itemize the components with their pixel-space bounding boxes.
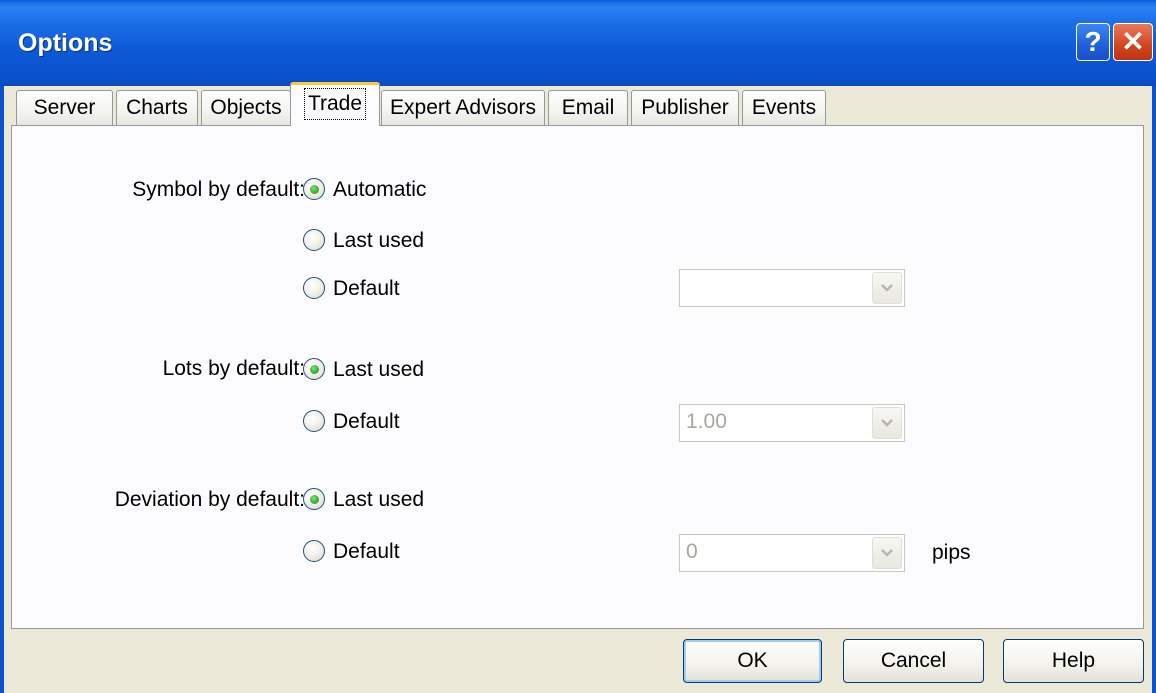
radio-circle — [303, 178, 325, 200]
tab-label: Trade — [303, 88, 367, 120]
combo-value: 0 — [686, 540, 698, 563]
ok-button[interactable]: OK — [683, 639, 822, 683]
tab-label: Objects — [210, 96, 282, 119]
radio-dot — [310, 495, 319, 504]
deviation-default-combo[interactable]: 0 — [679, 534, 905, 572]
radio-circle — [303, 410, 325, 432]
title-bar[interactable]: Options ? ✕ — [0, 0, 1156, 86]
tab-expert-advisors[interactable]: Expert Advisors — [381, 90, 545, 126]
tab-label: Server — [33, 96, 96, 119]
tab-email[interactable]: Email — [548, 90, 628, 126]
cancel-button[interactable]: Cancel — [843, 639, 984, 683]
pips-unit-label: pips — [932, 541, 971, 564]
window-border-right — [1152, 86, 1156, 693]
radio-label: Automatic — [333, 178, 427, 201]
radio-label: Last used — [333, 358, 425, 381]
radio-circle — [303, 488, 325, 510]
radio-label: Last used — [333, 488, 425, 511]
window-title: Options — [18, 29, 113, 57]
tab-events[interactable]: Events — [742, 90, 826, 126]
radio-label: Default — [333, 410, 400, 433]
tab-label: Publisher — [641, 96, 729, 119]
symbol-by-default-label: Symbol by default: — [132, 178, 305, 201]
radio-dot — [310, 365, 319, 374]
trade-tab-panel: Symbol by default: Automatic Last used D… — [11, 125, 1144, 629]
question-mark-icon[interactable]: ? — [1076, 23, 1110, 61]
tab-label: Email — [561, 96, 615, 119]
radio-label: Default — [333, 540, 400, 563]
radio-circle — [303, 277, 325, 299]
lots-by-default-label: Lots by default: — [162, 357, 305, 380]
radio-circle — [303, 540, 325, 562]
help-button[interactable]: Help — [1003, 639, 1144, 683]
window-border-left — [0, 86, 4, 693]
chevron-down-icon[interactable] — [872, 272, 902, 304]
tab-publisher[interactable]: Publisher — [631, 90, 739, 126]
chevron-down-icon[interactable] — [872, 537, 902, 569]
radio-label: Default — [333, 277, 400, 300]
tab-charts[interactable]: Charts — [116, 90, 198, 126]
tab-label: Events — [751, 96, 817, 119]
tab-label: Expert Advisors — [390, 96, 536, 119]
options-dialog: Options ? ✕ Server Charts Objects Trade … — [0, 0, 1156, 693]
symbol-default-combo[interactable] — [679, 269, 905, 307]
deviation-by-default-label: Deviation by default: — [114, 488, 305, 511]
tab-server[interactable]: Server — [16, 90, 113, 126]
combo-value: 1.00 — [686, 410, 727, 433]
close-icon[interactable]: ✕ — [1113, 23, 1153, 61]
tab-objects[interactable]: Objects — [201, 90, 291, 126]
radio-dot — [310, 185, 319, 194]
tab-trade[interactable]: Trade — [290, 82, 380, 126]
radio-circle — [303, 358, 325, 380]
radio-circle — [303, 229, 325, 251]
chevron-down-icon[interactable] — [872, 407, 902, 439]
radio-label: Last used — [333, 229, 425, 252]
tab-label: Charts — [126, 96, 188, 119]
lots-default-combo[interactable]: 1.00 — [679, 404, 905, 442]
